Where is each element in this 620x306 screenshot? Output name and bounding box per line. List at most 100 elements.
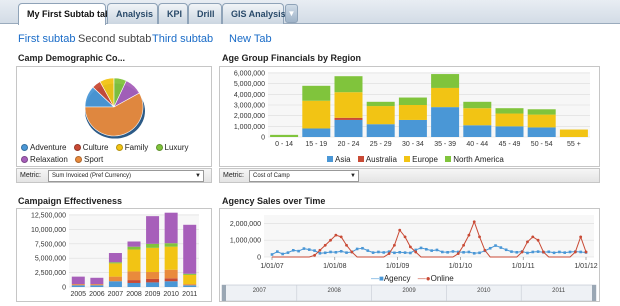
camp-panel-title: Camp Demographic Co... [18,53,126,63]
campaign-bar-2007-5 [108,253,122,263]
age-xtick-label: 25 - 29 [370,141,392,148]
campaign-bar-2008-0 [127,282,141,287]
agency-point [361,246,364,250]
age-group-bar-chart: 0 1,000,000 2,000,000 3,000,000 4,000,000 5,0… [234,71,590,148]
campaign-bar-2006-5 [90,277,104,285]
agency-point [302,247,306,250]
age-ytick-label: 2,000,000 [234,113,265,120]
age-ytick-label: 6,000,000 [234,71,265,78]
age-bar-3034-3 [398,97,427,105]
legend-item-relaxation: Relaxation [21,155,68,164]
agency-point [291,248,295,252]
camp-metric-bar: Metric: Sum Invoiced (Pref Currency) ▼ [16,168,212,183]
age-bar-1519-0 [302,128,331,137]
chevron-down-icon: ▼ [195,173,201,179]
subtab-new-tab[interactable]: New Tab [229,33,272,45]
campaign-bar-2007-0 [108,281,122,287]
camp-demographic-panel: Adventure Culture Family Luxury Relaxati… [16,66,212,167]
legend-item-sport: Sport [75,155,103,164]
agency-point [323,251,327,255]
campaign-bar-2008-2 [127,271,141,281]
campaign-xtick-label: 2010 [163,291,179,298]
campaign-bar-2011-2 [183,284,197,286]
legend-marker [115,144,123,151]
metric-select-value: Sum Invoiced (Pref Currency) [52,173,132,179]
campaign-xtick-label: 2007 [108,291,124,298]
online-point [345,243,348,247]
online-point [536,238,540,242]
campaign-ytick-label: 2,500,000 [35,270,66,277]
age-bar-4044-3 [463,101,492,109]
legend-marker [357,156,364,162]
agency-line-chart: 0 1,000,000 2,000,000 1/01/07 1/01/08 1/01/09… [221,215,598,302]
campaign-bar-2009-3 [146,247,160,273]
age-bar-2529-3 [366,101,395,107]
age-ytick-label: 4,000,000 [234,92,265,99]
metric-select-value: Cost of Camp [253,173,290,179]
campaign-bar-2005-2 [71,284,85,286]
agency-point [472,252,476,255]
tab-label: Analysis [116,9,154,19]
agency-point [345,251,348,254]
campaign-bar-2010-2 [164,269,178,279]
legend-marker: —■ [371,274,384,283]
age-bar-3034-0 [398,119,427,137]
agency-point [313,249,316,252]
campaign-bar-2008-1 [127,280,141,283]
tab-kpi[interactable]: KPI [158,3,188,24]
age-bar-4549-2 [495,113,524,127]
navigator-year-label: 2008 [328,288,342,294]
legend-label: Australia [365,155,397,164]
tab-my-first-subtab[interactable]: My First Subtab tab▼ [18,3,121,25]
age-xtick-label: 30 - 34 [402,141,424,148]
age-bar-5054-0 [527,127,556,137]
online-point [462,243,465,247]
online-point [573,250,577,254]
age-bar-2024-2 [334,92,363,118]
legend-item-family: Family [115,143,148,152]
tab-overflow-dropdown[interactable]: ▼ [285,4,298,23]
agency-point [467,250,471,254]
legend-label: Luxury [164,143,189,152]
age-bar-2529-0 [366,124,395,137]
navigator-year-label: 2009 [402,288,416,294]
subtab-first[interactable]: First subtab [18,33,75,45]
agency-point [499,246,503,249]
online-point [313,253,316,257]
age-metric-select[interactable]: Cost of Camp ▼ [249,170,359,182]
age-bar-2024-0 [334,119,363,137]
online-point [456,252,460,256]
navigator-year-label: 2010 [477,288,491,294]
pie-legend-row-2: Relaxation Sport [21,155,108,164]
agency-point [286,251,290,254]
navigator-handle-left [222,285,226,301]
campaign-bar-2008-4 [127,246,141,250]
tab-gis-analysis[interactable]: GIS Analysis [222,3,286,24]
legend-item-luxury: Luxury [155,143,189,152]
campaign-ytick-label: 12,500,000 [31,213,66,220]
legend-label: Sport [84,155,104,164]
online-point [520,250,524,254]
age-bar-1519-3 [302,85,331,101]
agency-point [371,251,375,254]
pie-legend-row-1: Adventure Culture Family Luxury [21,143,194,152]
age-xtick-label: 35 - 39 [434,141,456,148]
online-point [542,250,545,254]
agency-legend: —■Agency —●Online [371,274,459,283]
agency-point [276,250,279,253]
agency-xtick-label: 1/01/09 [386,263,409,270]
tab-analysis[interactable]: Analysis [107,3,158,24]
agency-point [355,247,359,251]
legend-item-online: —●Online [418,274,454,283]
camp-metric-select[interactable]: Sum Invoiced (Pref Currency) ▼ [48,170,204,182]
campaign-bar-2009-5 [146,216,160,244]
agency-point [515,250,519,254]
legend-marker [73,144,81,151]
age-bar-2529-2 [366,106,395,125]
tab-drill[interactable]: Drill [188,3,222,24]
campaign-bar-2007-3 [108,263,122,277]
subtab-second[interactable]: Second subtab [78,33,151,45]
agency-point [393,251,396,255]
subtab-third[interactable]: Third subtab [152,33,213,45]
legend-label: Culture [82,143,109,152]
